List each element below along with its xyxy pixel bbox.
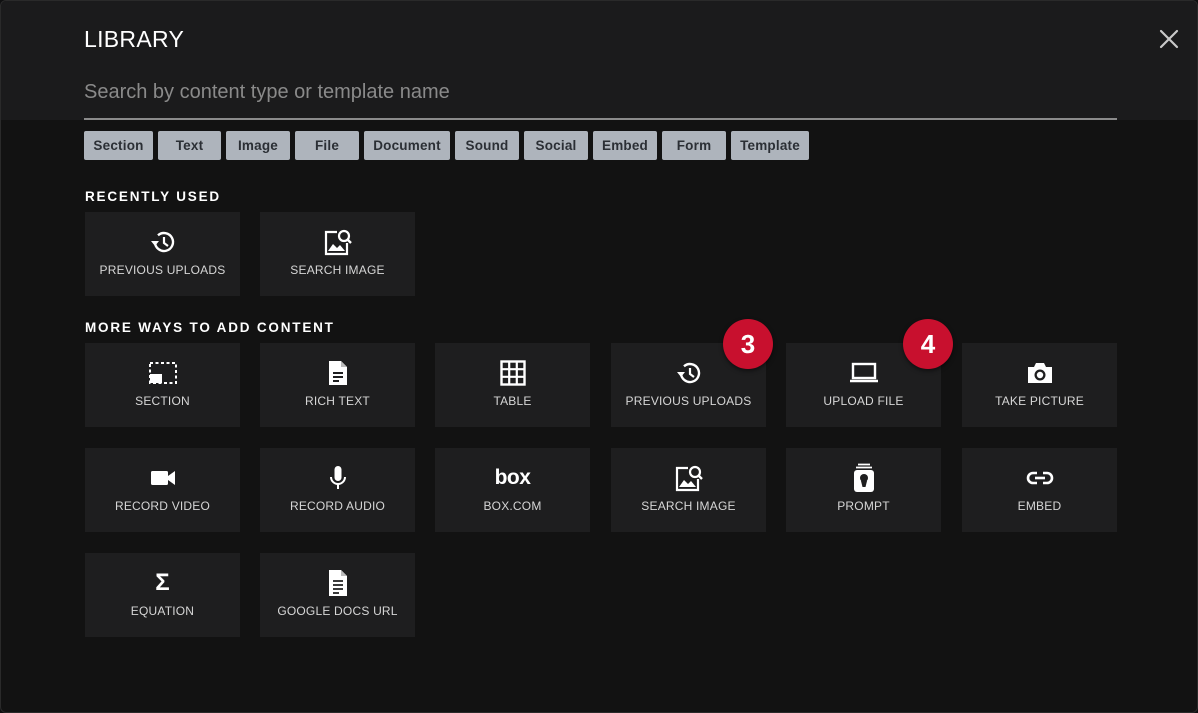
tile-label: BOX.COM	[483, 499, 542, 513]
tile-label: RICH TEXT	[305, 394, 370, 408]
tile-label: SEARCH IMAGE	[641, 499, 736, 513]
tile-label: TABLE	[493, 394, 532, 408]
camera-icon	[1026, 360, 1054, 386]
tile-embed[interactable]: EMBED	[962, 448, 1117, 532]
annotation-badge-3: 3	[723, 319, 773, 369]
sigma-icon: Σ	[155, 569, 170, 596]
recent-tile-search-image[interactable]: SEARCH IMAGE	[260, 212, 415, 296]
google-doc-icon	[327, 570, 349, 596]
close-button[interactable]	[1155, 25, 1183, 53]
tile-record-video[interactable]: RECORD VIDEO	[85, 448, 240, 532]
history-icon	[149, 229, 177, 255]
tile-section[interactable]: SECTION	[85, 343, 240, 427]
tile-prompt[interactable]: PROMPT	[786, 448, 941, 532]
filter-chip-template[interactable]: Template	[731, 131, 809, 160]
search-input[interactable]	[84, 73, 1117, 118]
history-icon	[675, 360, 703, 386]
tile-search-image[interactable]: SEARCH IMAGE	[611, 448, 766, 532]
tile-table[interactable]: TABLE	[435, 343, 590, 427]
tile-label: SECTION	[135, 394, 190, 408]
tile-equation[interactable]: Σ EQUATION	[85, 553, 240, 637]
tile-label: EMBED	[1017, 499, 1062, 513]
filter-chip-sound[interactable]: Sound	[455, 131, 519, 160]
tile-label: TAKE PICTURE	[995, 394, 1084, 408]
image-search-icon	[674, 465, 704, 492]
recently-used-heading: RECENTLY USED	[85, 189, 221, 204]
filter-chip-social[interactable]: Social	[524, 131, 588, 160]
filter-chip-form[interactable]: Form	[662, 131, 726, 160]
tile-label: EQUATION	[130, 604, 195, 618]
table-icon	[499, 360, 526, 386]
prompt-icon	[852, 463, 876, 492]
section-icon	[148, 360, 178, 386]
document-icon	[327, 360, 349, 386]
tile-label: RECORD AUDIO	[289, 499, 386, 513]
library-dialog: LIBRARY Section Text Image File Document…	[0, 0, 1198, 713]
tile-google-docs-url[interactable]: GOOGLE DOCS URL	[260, 553, 415, 637]
filter-chip-document[interactable]: Document	[364, 131, 450, 160]
recent-tile-previous-uploads[interactable]: PREVIOUS UPLOADS	[85, 212, 240, 296]
tile-label: PREVIOUS UPLOADS	[625, 394, 752, 408]
tile-label: SEARCH IMAGE	[290, 263, 385, 277]
tile-record-audio[interactable]: RECORD AUDIO	[260, 448, 415, 532]
search-field	[84, 73, 1117, 120]
tile-box-com[interactable]: box BOX.COM	[435, 448, 590, 532]
sigma-symbol: Σ	[155, 569, 170, 596]
filter-chip-text[interactable]: Text	[158, 131, 221, 160]
tile-label: PROMPT	[837, 499, 890, 513]
box-logo-icon: box	[495, 465, 531, 491]
link-icon	[1026, 465, 1054, 491]
tile-rich-text[interactable]: RICH TEXT	[260, 343, 415, 427]
more-ways-heading: MORE WAYS TO ADD CONTENT	[85, 320, 335, 335]
box-logo-text: box	[494, 466, 531, 489]
filter-chips: Section Text Image File Document Sound S…	[84, 131, 809, 160]
filter-chip-section[interactable]: Section	[84, 131, 153, 160]
dialog-title: LIBRARY	[84, 26, 185, 52]
tile-label: UPLOAD FILE	[823, 394, 904, 408]
close-icon	[1159, 29, 1179, 49]
tile-label: PREVIOUS UPLOADS	[99, 263, 226, 277]
video-camera-icon	[149, 465, 177, 491]
microphone-icon	[328, 465, 348, 491]
image-search-icon	[323, 229, 353, 256]
tile-label: RECORD VIDEO	[114, 499, 211, 513]
tile-label: GOOGLE DOCS URL	[277, 604, 398, 618]
laptop-icon	[849, 360, 879, 386]
tile-take-picture[interactable]: TAKE PICTURE	[962, 343, 1117, 427]
filter-chip-file[interactable]: File	[295, 131, 359, 160]
annotation-badge-4: 4	[903, 319, 953, 369]
filter-chip-image[interactable]: Image	[226, 131, 290, 160]
filter-chip-embed[interactable]: Embed	[593, 131, 657, 160]
